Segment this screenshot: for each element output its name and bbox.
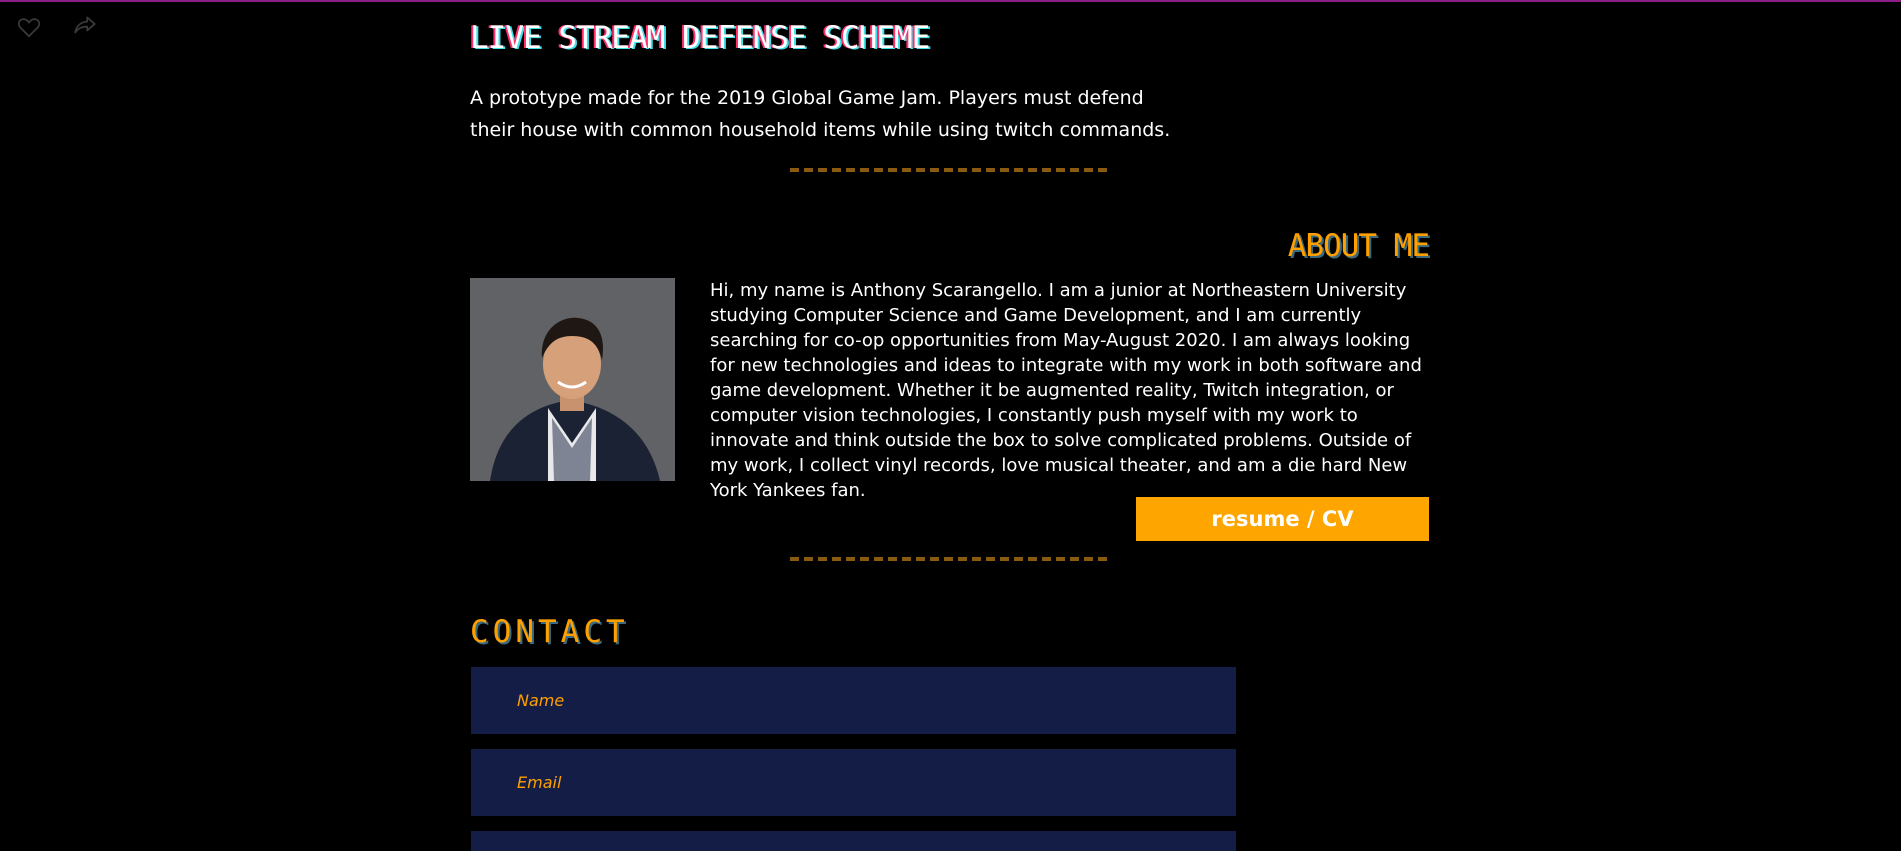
project-description: A prototype made for the 2019 Global Gam… (470, 87, 1171, 141)
message-field[interactable] (471, 831, 1236, 851)
project-title: LIVE STREAM DEFENSE SCHEME (470, 20, 930, 56)
top-accent-line (0, 0, 1901, 2)
section-divider (790, 168, 1110, 172)
about-heading: ABOUT ME (1287, 228, 1430, 264)
name-field[interactable] (471, 667, 1236, 734)
contact-heading: CONTACT (470, 614, 629, 650)
share-icon[interactable] (72, 12, 98, 38)
email-field[interactable] (471, 749, 1236, 816)
section-divider (790, 557, 1110, 561)
resume-cv-button[interactable]: resume / CV (1136, 497, 1429, 541)
about-bio: Hi, my name is Anthony Scarangello. I am… (710, 280, 1422, 501)
profile-photo (470, 278, 675, 481)
heart-icon[interactable] (16, 14, 42, 40)
